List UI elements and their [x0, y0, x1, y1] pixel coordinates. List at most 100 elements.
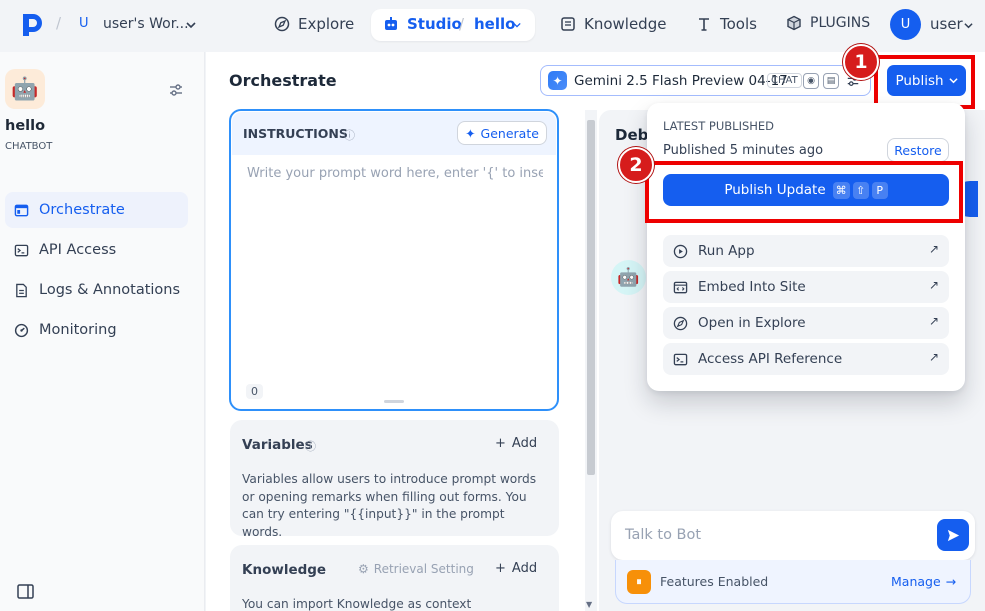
sidebar: 🤖 hello CHATBOT Orchestrate API Access L… — [0, 52, 205, 611]
model-name: Gemini 2.5 Flash Preview 04-17 — [574, 73, 788, 89]
external-link-icon: ↗ — [928, 350, 939, 364]
settings-sliders-icon[interactable] — [168, 82, 184, 98]
nav-knowledge[interactable]: Knowledge — [560, 15, 666, 33]
scrollbar-thumb[interactable] — [587, 120, 595, 475]
cube-icon — [787, 15, 801, 31]
sparkle-icon: ✦ — [465, 125, 476, 141]
knowledge-description: You can import Knowledge as context — [242, 597, 472, 611]
document-icon — [16, 283, 27, 297]
generate-label: Generate — [480, 125, 539, 141]
features-label: Features Enabled — [660, 574, 769, 589]
sidebar-item-label: Logs & Annotations — [39, 282, 181, 298]
menu-item-label: Embed Into Site — [698, 279, 806, 295]
compass-icon — [274, 16, 290, 32]
top-bar: / U user's Wor... Explore Studio / hello… — [0, 0, 985, 50]
highlight-box-publish-update — [645, 161, 963, 223]
book-icon — [561, 17, 575, 31]
workspace-initial[interactable]: U — [79, 16, 89, 31]
user-name[interactable]: user — [930, 15, 963, 33]
send-icon — [947, 529, 959, 541]
user-avatar[interactable]: U — [890, 9, 921, 40]
retrieval-setting-button[interactable]: ⚙ Retrieval Setting — [358, 562, 474, 576]
sidebar-app-name: hello — [5, 118, 46, 134]
menu-item-open-explore[interactable]: Open in Explore ↗ — [663, 307, 949, 339]
file-icon: ▤ — [823, 73, 839, 89]
sidebar-item-api-access[interactable]: API Access — [5, 232, 188, 268]
model-mode-badge: CHAT — [767, 73, 802, 88]
add-variable-button[interactable]: + Add — [495, 436, 537, 451]
app-logo-icon[interactable] — [20, 12, 44, 38]
variables-description: Variables allow users to introduce promp… — [242, 472, 537, 539]
publish-dropdown: LATEST PUBLISHED Published 5 minutes ago… — [647, 103, 965, 391]
sidebar-item-logs[interactable]: Logs & Annotations — [5, 272, 188, 308]
eye-icon: ◉ — [803, 73, 819, 89]
debug-title: Deb — [615, 126, 649, 144]
play-circle-icon — [673, 244, 688, 258]
external-link-icon: ↗ — [928, 314, 939, 328]
gauge-icon — [14, 323, 29, 337]
add-label: Add — [511, 561, 538, 576]
settings-icon: ⚙ — [358, 562, 369, 576]
char-count: 0 — [246, 384, 263, 399]
robot-icon — [385, 17, 397, 30]
send-button[interactable] — [937, 519, 969, 551]
help-icon: ⓘ — [344, 129, 355, 142]
page-title: Orchestrate — [229, 71, 337, 90]
terminal-icon — [673, 353, 688, 365]
workspace-name[interactable]: user's Wor... — [103, 16, 189, 32]
add-knowledge-button[interactable]: + Add — [495, 561, 537, 576]
generate-button[interactable]: ✦ Generate — [457, 121, 547, 145]
features-icon: ⏸ — [627, 570, 651, 594]
variables-title: Variables — [242, 437, 313, 453]
chevron-down-icon[interactable] — [964, 21, 973, 30]
nav-explore[interactable]: Explore — [274, 15, 354, 33]
scroll-down-arrow[interactable]: ▼ — [586, 600, 592, 609]
collapse-sidebar-icon[interactable] — [17, 584, 34, 599]
nav-tools-label: Tools — [720, 15, 757, 33]
nav-app-name[interactable]: hello — [474, 15, 515, 33]
nav-studio[interactable]: Studio — [383, 15, 462, 33]
prompt-input[interactable]: Write your prompt word here, enter '{' t… — [247, 166, 543, 181]
plus-icon: + — [495, 561, 506, 576]
plus-icon: + — [495, 436, 506, 451]
menu-item-run-app[interactable]: Run App ↗ — [663, 235, 949, 267]
tools-icon — [699, 18, 709, 31]
nav-plugins[interactable]: PLUGINS — [786, 15, 870, 31]
menu-item-api-reference[interactable]: Access API Reference ↗ — [663, 343, 949, 375]
menu-item-label: Open in Explore — [698, 315, 806, 331]
chat-input[interactable]: Talk to Bot — [625, 527, 701, 543]
sidebar-item-orchestrate[interactable]: Orchestrate — [5, 192, 188, 228]
manage-button[interactable]: Manage → — [891, 574, 956, 589]
help-icon: ⓘ — [305, 440, 316, 453]
chevron-down-icon — [948, 78, 958, 84]
chevron-down-icon[interactable] — [513, 21, 521, 29]
add-label: Add — [511, 436, 538, 451]
resize-handle[interactable] — [384, 400, 404, 403]
bot-avatar: 🤖 — [611, 260, 646, 295]
chevron-down-icon[interactable] — [186, 20, 196, 30]
nav-studio-label: Studio — [407, 15, 462, 33]
instructions-title: INSTRUCTIONS — [243, 126, 348, 141]
external-link-icon: ↗ — [928, 242, 939, 256]
restore-button[interactable]: Restore — [887, 138, 949, 162]
external-link-icon: ↗ — [928, 278, 939, 292]
sidebar-item-monitoring[interactable]: Monitoring — [5, 312, 188, 348]
publish-button[interactable]: Publish — [887, 65, 966, 96]
sidebar-app-type: CHATBOT — [5, 141, 53, 152]
app-avatar: 🤖 — [5, 69, 45, 109]
retrieval-label: Retrieval Setting — [373, 562, 474, 576]
menu-item-embed[interactable]: Embed Into Site ↗ — [663, 271, 949, 303]
separator: / — [56, 14, 62, 32]
embed-icon — [673, 281, 688, 293]
nav-tools[interactable]: Tools — [696, 15, 757, 33]
separator: / — [459, 15, 465, 33]
sidebar-item-label: Orchestrate — [39, 202, 125, 218]
menu-item-label: Run App — [698, 243, 755, 259]
step-badge-1: 1 — [843, 44, 879, 80]
published-time: Published 5 minutes ago — [663, 143, 824, 158]
nav-knowledge-label: Knowledge — [584, 15, 667, 33]
publish-button-label: Publish — [895, 72, 944, 89]
sidebar-item-label: API Access — [39, 242, 117, 258]
knowledge-title: Knowledge — [242, 562, 327, 578]
compass-icon — [673, 316, 688, 330]
